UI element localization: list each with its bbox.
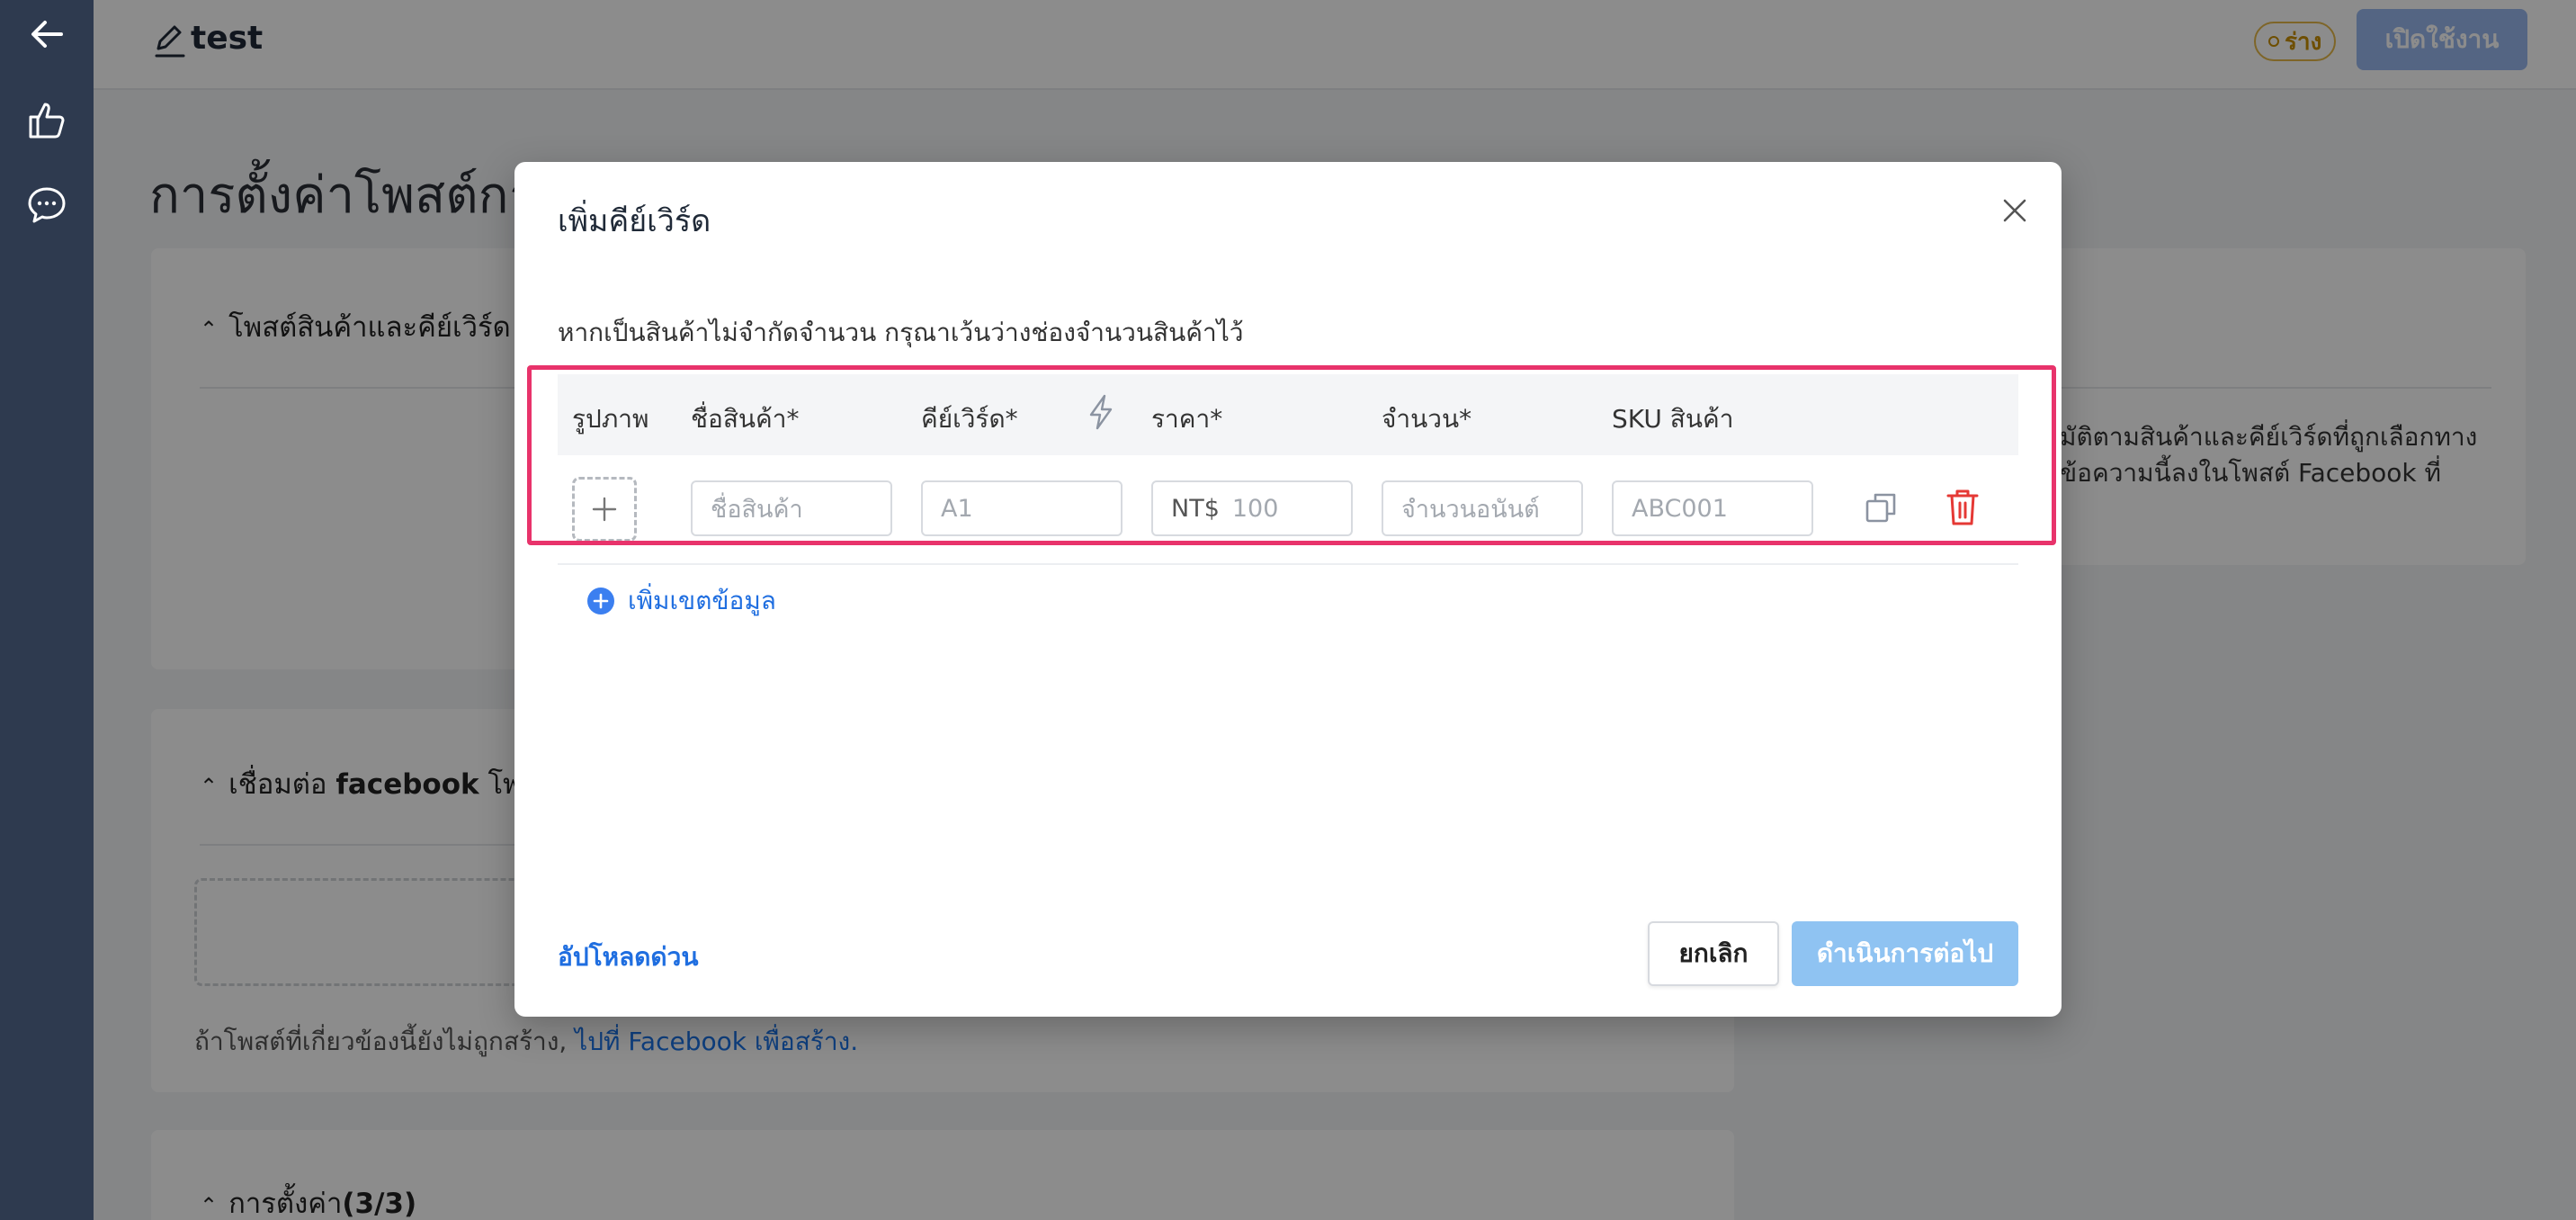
chat-icon [28,187,66,223]
row-divider [558,563,2018,565]
thumbs-up-icon [29,103,65,139]
unlimited-quantity-hint: หากเป็นสินค้าไม่จำกัดจำนวน กรุณาเว้นว่าง… [558,318,1244,347]
left-nav [0,0,94,1220]
nav-likes-button[interactable] [20,94,74,148]
add-field-label: เพิ่มเขตข้อมูล [628,586,776,615]
proceed-button[interactable]: ดำเนินการต่อไป [1792,921,2018,986]
nav-chat-button[interactable] [20,178,74,232]
quick-upload-link[interactable]: อัปโหลดด่วน [558,937,698,977]
back-arrow-icon [31,21,63,48]
highlight-box [527,365,2056,545]
modal-title: เพิ่มคีย์เวิร์ด [558,203,711,239]
cancel-button[interactable]: ยกเลิก [1648,921,1779,986]
add-field-button[interactable]: เพิ่มเขตข้อมูล [586,581,776,621]
add-keyword-modal: เพิ่มคีย์เวิร์ด หากเป็นสินค้าไม่จำกัดจำน… [514,162,2062,1017]
plus-circle-icon [587,588,614,614]
close-button[interactable] [1997,193,2033,229]
back-button[interactable] [20,7,74,61]
close-icon [2003,199,2026,222]
